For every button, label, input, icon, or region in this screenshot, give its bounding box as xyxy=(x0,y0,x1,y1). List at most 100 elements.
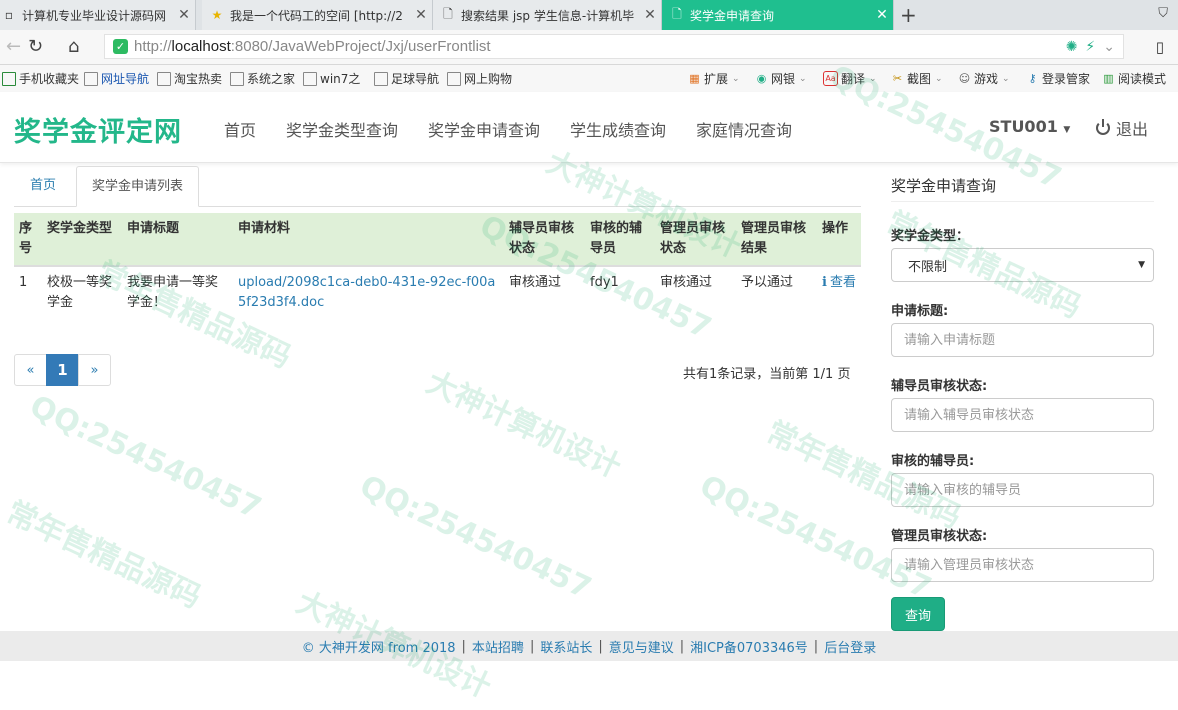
star-icon: ★ xyxy=(211,8,223,22)
material-link[interactable]: upload/2098c1ca-deb0-431e-92ec-f00a5f23d… xyxy=(238,275,495,310)
cell-type: 校极一等奖学金 xyxy=(47,275,113,310)
page-icon xyxy=(157,71,171,86)
nav-family-info[interactable]: 家庭情况查询 xyxy=(696,117,792,141)
bookmark-item[interactable]: 手机收藏夹 xyxy=(2,70,79,87)
bookmark-item[interactable]: 网址导航 xyxy=(84,70,149,87)
browser-tab-4-active[interactable]: 🗋 奖学金申请查询 ✕ xyxy=(662,0,894,30)
nav-scholarship-type[interactable]: 奖学金类型查询 xyxy=(286,117,398,141)
counselor-status-input[interactable] xyxy=(891,398,1154,432)
toolbar-translate[interactable]: Aa 翻译 ⌄ xyxy=(823,70,877,87)
page-next-button[interactable]: » xyxy=(78,354,111,386)
home-icon[interactable]: ⌂ xyxy=(68,35,79,59)
user-menu[interactable]: STU001 ▼ xyxy=(989,117,1070,136)
footer-link-jobs[interactable]: 本站招聘 xyxy=(472,637,524,656)
browser-tab-title: 我是一个代码工的空间 [http://2 xyxy=(230,8,403,23)
lightning-icon[interactable]: ⚡ xyxy=(1085,39,1095,55)
admin-status-label: 管理员审核状态: xyxy=(891,529,988,544)
bookmark-item[interactable]: 足球导航 xyxy=(374,70,439,87)
type-select[interactable]: 不限制 ▼ xyxy=(891,248,1154,282)
chevron-down-icon[interactable]: ⌄ xyxy=(1103,39,1115,55)
browser-tab-2[interactable]: ★ 我是一个代码工的空间 [http://2 ✕ xyxy=(202,0,433,30)
column-header: 申请材料 xyxy=(233,213,504,267)
tab-apply-list[interactable]: 奖学金申请列表 xyxy=(76,166,200,207)
search-button[interactable]: 查询 xyxy=(891,597,945,631)
browser-tab-1[interactable]: ▫ 计算机专业毕业设计源码网 ✕ xyxy=(0,0,196,30)
info-icon: i xyxy=(822,275,827,290)
book-icon: ▥ xyxy=(1103,72,1114,85)
cell-counselor-status: 审核通过 xyxy=(509,275,562,290)
toolbar-reading-mode[interactable]: ▥ 阅读模式 xyxy=(1102,70,1166,87)
cell-index: 1 xyxy=(19,275,28,290)
counselor-input[interactable] xyxy=(891,473,1154,507)
close-icon[interactable]: ✕ xyxy=(173,7,195,23)
bookmark-item[interactable]: 网上购物 xyxy=(447,70,512,87)
browser-tab-3[interactable]: 🗋 搜索结果 jsp 学生信息-计算机毕 ✕ xyxy=(433,0,662,30)
footer-copyright[interactable]: © 大神开发网 from 2018 xyxy=(302,637,456,656)
record-count-info: 共有1条记录，当前第 1/1 页 xyxy=(683,367,851,382)
watermark: QQ:254540457 xyxy=(24,388,267,527)
separator: | xyxy=(813,638,819,654)
page-prev-button[interactable]: « xyxy=(14,354,47,386)
bookmark-item[interactable]: 系统之家 xyxy=(230,70,295,87)
footer-link-icp[interactable]: 湘ICP备0703346号 xyxy=(690,637,808,656)
url-right-icons: ✺ ⚡ ⌄ xyxy=(1066,39,1115,55)
nav-student-score[interactable]: 学生成绩查询 xyxy=(570,117,666,141)
cell-admin-status: 审核通过 xyxy=(660,275,713,290)
close-icon[interactable]: ✕ xyxy=(410,7,432,23)
speed-icon[interactable]: ✺ xyxy=(1066,39,1078,55)
toolbar-games[interactable]: ☺ 游戏 ⌄ xyxy=(958,70,1010,87)
divider xyxy=(891,201,1154,202)
bookmark-item[interactable]: win7之 xyxy=(303,70,360,87)
separator: | xyxy=(529,638,535,654)
page-1-button[interactable]: 1 xyxy=(46,354,79,386)
phone-icon xyxy=(2,71,16,86)
browser-tab-title: 搜索结果 jsp 学生信息-计算机毕 xyxy=(461,8,635,23)
toolbar-extensions[interactable]: ▦ 扩展 ⌄ xyxy=(688,70,739,87)
back-icon[interactable]: ← xyxy=(6,35,21,59)
footer-link-admin-login[interactable]: 后台登录 xyxy=(824,637,876,656)
title-input[interactable] xyxy=(891,323,1154,357)
separator: | xyxy=(461,638,466,654)
apply-table: 序号 奖学金类型 申请标题 申请材料 辅导员审核状态 审核的辅导员 管理员审核状… xyxy=(14,213,861,319)
logout-button[interactable]: 退出 xyxy=(1096,116,1148,140)
shirt-icon[interactable]: ⛉ xyxy=(1158,6,1168,21)
nav-scholarship-apply[interactable]: 奖学金申请查询 xyxy=(428,117,540,141)
reload-icon[interactable]: ↻ xyxy=(28,35,43,59)
column-header: 操作 xyxy=(817,213,861,267)
page-icon xyxy=(303,71,317,86)
close-icon[interactable]: ✕ xyxy=(639,7,661,23)
page-icon: ▫ xyxy=(4,8,14,22)
shield-icon: ✓ xyxy=(113,39,128,54)
column-header: 序号 xyxy=(14,213,42,267)
view-link[interactable]: i 查看 xyxy=(822,275,856,290)
grid-icon: ▦ xyxy=(689,72,700,85)
new-tab-button[interactable]: + xyxy=(900,3,917,27)
browser-tab-title: 计算机专业毕业设计源码网 xyxy=(22,8,167,23)
footer-link-feedback[interactable]: 意见与建议 xyxy=(609,637,674,656)
page-icon xyxy=(84,71,98,86)
tab-home[interactable]: 首页 xyxy=(15,166,71,206)
table-header-row: 序号 奖学金类型 申请标题 申请材料 辅导员审核状态 审核的辅导员 管理员审核状… xyxy=(14,213,861,267)
cell-material: upload/2098c1ca-deb0-431e-92ec-f00a5f23d… xyxy=(233,266,504,319)
type-select-value: 不限制 xyxy=(908,259,948,275)
site-footer: © 大神开发网 from 2018 | 本站招聘 | 联系站长 | 意见与建议 … xyxy=(0,631,1178,661)
bookmarks-bar: 手机收藏夹 网址导航 淘宝热卖 系统之家 win7之 足球导航 网上购物 ▦ 扩展… xyxy=(0,65,1178,93)
toolbar-login-manager[interactable]: ⚷ 登录管家 xyxy=(1026,70,1090,87)
phone-icon[interactable]: ▯ xyxy=(1156,38,1164,56)
title-label: 申请标题: xyxy=(891,304,949,319)
separator: | xyxy=(598,638,603,654)
bookmark-item[interactable]: 淘宝热卖 xyxy=(157,70,222,87)
close-icon[interactable]: ✕ xyxy=(871,7,893,23)
toolbar-screenshot[interactable]: ✂ 截图 ⌄ xyxy=(891,70,943,87)
column-header: 申请标题 xyxy=(122,213,233,267)
document-icon: 🗋 xyxy=(443,6,453,21)
footer-link-contact[interactable]: 联系站长 xyxy=(540,637,592,656)
admin-status-input[interactable] xyxy=(891,548,1154,582)
column-header: 管理员审核状态 xyxy=(655,213,736,267)
toolbar-ebank[interactable]: ◉ 网银 ⌄ xyxy=(755,70,807,87)
site-brand[interactable]: 奖学金评定网 xyxy=(14,110,182,149)
nav-home[interactable]: 首页 xyxy=(224,117,256,141)
logout-label: 退出 xyxy=(1116,120,1149,139)
key-icon: ⚷ xyxy=(1028,72,1037,85)
url-input[interactable]: ✓ http://localhost:8080/JavaWebProject/J… xyxy=(104,34,1124,59)
